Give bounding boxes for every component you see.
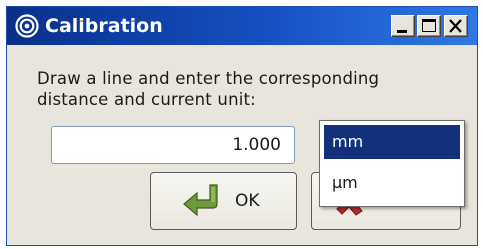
window-title: Calibration (45, 15, 163, 37)
instruction-line-1: Draw a line and enter the corresponding (37, 69, 380, 88)
maximize-icon (422, 19, 436, 32)
unit-dropdown-list[interactable]: mm µm (319, 120, 465, 207)
enter-arrow-icon (183, 184, 218, 217)
unit-option-um[interactable]: µm (324, 166, 460, 200)
minimize-icon (397, 30, 407, 33)
title-bar[interactable]: Calibration (7, 7, 477, 45)
instruction-line-2: distance and current unit: (37, 90, 256, 109)
close-button[interactable] (444, 15, 468, 37)
unit-option-mm[interactable]: mm (324, 125, 460, 159)
ok-button[interactable]: OK (150, 172, 297, 230)
ok-label: OK (235, 191, 260, 211)
instruction-text: Draw a line and enter the corresponding … (37, 68, 457, 110)
target-icon (15, 14, 39, 38)
maximize-button[interactable] (417, 15, 441, 37)
minimize-button[interactable] (391, 15, 415, 37)
distance-input[interactable]: 1.000 (51, 126, 295, 164)
calibration-dialog: Calibration Draw a line and enter the co… (6, 6, 478, 246)
close-icon (449, 19, 462, 33)
